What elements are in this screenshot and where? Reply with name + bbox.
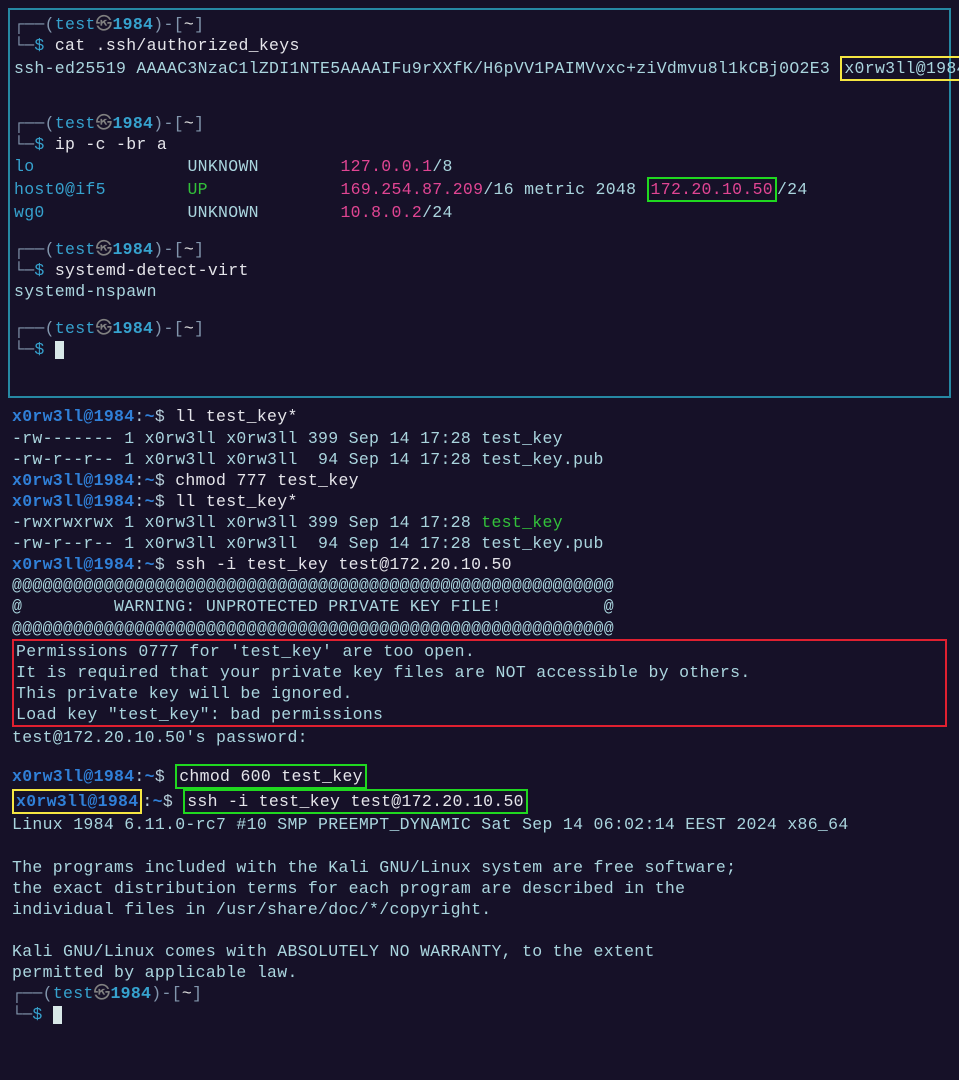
command-line[interactable]: x0rw3ll@1984:~$ ssh -i test_key test@172… <box>12 554 947 575</box>
motd-line: the exact distribution terms for each pr… <box>12 878 947 899</box>
motd-line: The programs included with the Kali GNU/… <box>12 857 947 878</box>
command-line[interactable]: x0rw3ll@1984:~$ chmod 777 test_key <box>12 470 947 491</box>
warning-text: @ WARNING: UNPROTECTED PRIVATE KEY FILE!… <box>12 596 947 617</box>
prompt-line: ┌──(test㉿1984)-[~] <box>14 113 945 134</box>
motd-line <box>12 920 947 941</box>
prompt-line: ┌──(test㉿1984)-[~] <box>14 14 945 35</box>
ip-output-line: host0@if5 UP 169.254.87.209/16 metric 20… <box>14 177 945 202</box>
highlighted-cmd: ssh -i test_key test@172.20.10.50 <box>183 789 528 814</box>
ll-output: -rwxrwxrwx 1 x0rw3ll x0rw3ll 399 Sep 14 … <box>12 512 947 533</box>
virt-output: systemd-nspawn <box>14 281 945 302</box>
command-line[interactable]: └─$ cat .ssh/authorized_keys <box>14 35 945 56</box>
prompt-line: ┌──(test㉿1984)-[~] <box>14 239 945 260</box>
command-line[interactable]: x0rw3ll@1984:~$ ll test_key* <box>12 491 947 512</box>
ll-output: -rw-r--r-- 1 x0rw3ll x0rw3ll 94 Sep 14 1… <box>12 449 947 470</box>
error-line: It is required that your private key fil… <box>16 662 943 683</box>
warning-border: @@@@@@@@@@@@@@@@@@@@@@@@@@@@@@@@@@@@@@@@… <box>12 618 947 639</box>
command-line[interactable]: └─$ <box>12 1004 947 1025</box>
bottom-terminal-pane[interactable]: x0rw3ll@1984:~$ ll test_key* -rw------- … <box>8 398 951 1045</box>
cursor-icon <box>53 1006 62 1024</box>
command-line[interactable]: x0rw3ll@1984:~$ ssh -i test_key test@172… <box>12 789 947 814</box>
highlighted-cmd: chmod 600 test_key <box>175 764 367 789</box>
error-line: Permissions 0777 for 'test_key' are too … <box>16 641 943 662</box>
command-line[interactable]: x0rw3ll@1984:~$ ll test_key* <box>12 406 947 427</box>
command-line[interactable]: └─$ ip -c -br a <box>14 134 945 155</box>
authorized-key-output: ssh-ed25519 AAAAC3NzaC1lZDI1NTE5AAAAIFu9… <box>14 56 945 81</box>
warning-border: @@@@@@@@@@@@@@@@@@@@@@@@@@@@@@@@@@@@@@@@… <box>12 575 947 596</box>
ll-output: -rw------- 1 x0rw3ll x0rw3ll 399 Sep 14 … <box>12 428 947 449</box>
password-prompt[interactable]: test@172.20.10.50's password: <box>12 727 947 748</box>
terminal-window: ┌──(test㉿1984)-[~] └─$ cat .ssh/authoriz… <box>0 0 959 1053</box>
motd-line: individual files in /usr/share/doc/*/cop… <box>12 899 947 920</box>
command-line[interactable]: └─$ systemd-detect-virt <box>14 260 945 281</box>
ip-output-line: wg0 UNKNOWN 10.8.0.2/24 <box>14 202 945 223</box>
motd-line <box>12 836 947 857</box>
highlighted-user: x0rw3ll@1984 <box>12 789 142 814</box>
command-line[interactable]: x0rw3ll@1984:~$ chmod 600 test_key <box>12 764 947 789</box>
prompt-line: ┌──(test㉿1984)-[~] <box>12 983 947 1004</box>
prompt-line: ┌──(test㉿1984)-[~] <box>14 318 945 339</box>
motd-line: Kali GNU/Linux comes with ABSOLUTELY NO … <box>12 941 947 962</box>
ip-output-line: lo UNKNOWN 127.0.0.1/8 <box>14 156 945 177</box>
error-box: Permissions 0777 for 'test_key' are too … <box>12 639 947 727</box>
motd-line: permitted by applicable law. <box>12 962 947 983</box>
error-line: This private key will be ignored. <box>16 683 943 704</box>
motd-line: Linux 1984 6.11.0-rc7 #10 SMP PREEMPT_DY… <box>12 814 947 835</box>
command-line[interactable]: └─$ <box>14 339 945 360</box>
ll-output: -rw-r--r-- 1 x0rw3ll x0rw3ll 94 Sep 14 1… <box>12 533 947 554</box>
cursor-icon <box>55 341 64 359</box>
highlighted-ip: 172.20.10.50 <box>647 177 777 202</box>
top-terminal-pane[interactable]: ┌──(test㉿1984)-[~] └─$ cat .ssh/authoriz… <box>8 8 951 398</box>
error-line: Load key "test_key": bad permissions <box>16 704 943 725</box>
highlighted-user-host: x0rw3ll@1984 <box>840 56 959 81</box>
